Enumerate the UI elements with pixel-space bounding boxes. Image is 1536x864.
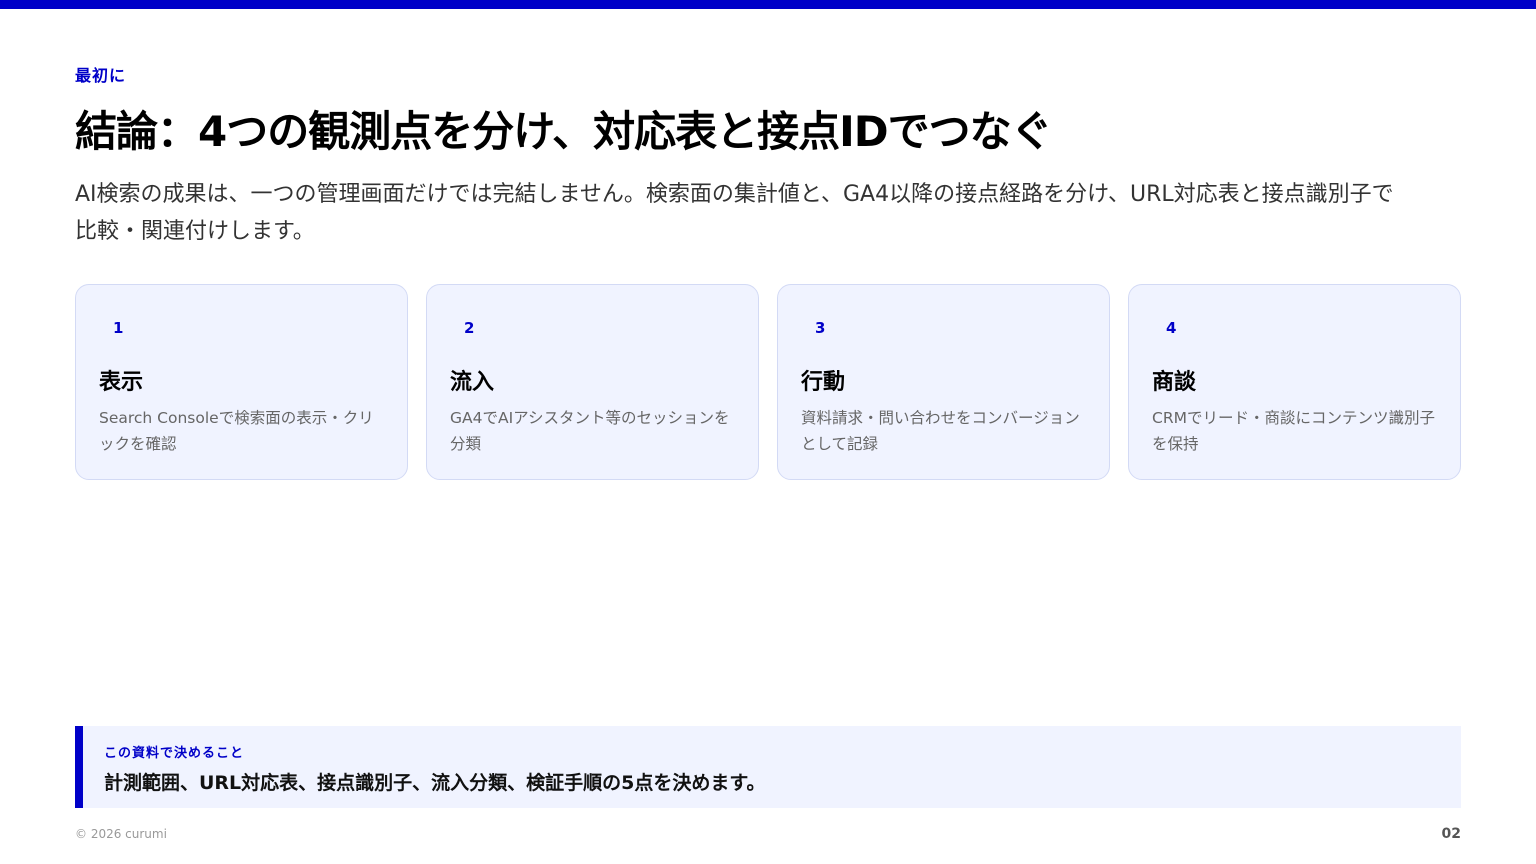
card-title: 商談: [1152, 370, 1197, 395]
card-number: 3: [815, 319, 826, 337]
callout-text: 計測範囲、URL対応表、接点識別子、流入分類、検証手順の5点を決めます。: [104, 772, 766, 794]
card-title: 表示: [99, 370, 144, 395]
card-title: 流入: [450, 370, 495, 395]
card-description: GA4でAIアシスタント等のセッションを分類: [450, 409, 730, 453]
card-actions: 3 行動 資料請求・問い合わせをコンバージョンとして記録: [777, 284, 1110, 480]
card-deals: 4 商談 CRMでリード・商談にコンテンツ識別子を保持: [1128, 284, 1461, 480]
card-number: 4: [1166, 319, 1177, 337]
lead-paragraph: AI検索の成果は、一つの管理画面だけでは完結しません。検索面の集計値と、GA4以…: [75, 182, 1394, 244]
card-impressions: 1 表示 Search Consoleで検索面の表示・クリックを確認: [75, 284, 408, 480]
section-eyebrow: 最初に: [75, 66, 127, 85]
card-description: Search Consoleで検索面の表示・クリックを確認: [99, 409, 374, 453]
decision-callout: この資料で決めること 計測範囲、URL対応表、接点識別子、流入分類、検証手順の5…: [75, 726, 1461, 808]
card-number: 2: [464, 319, 475, 337]
card-title: 行動: [801, 370, 846, 395]
slide-title: 結論：4つの観測点を分け、対応表と接点IDでつなぐ: [75, 107, 1053, 156]
card-number: 1: [113, 319, 124, 337]
card-traffic: 2 流入 GA4でAIアシスタント等のセッションを分類: [426, 284, 759, 480]
top-accent-bar: [0, 0, 1536, 9]
callout-label: この資料で決めること: [104, 746, 245, 761]
footer-copyright: © 2026 curumi: [75, 827, 167, 841]
page-number: 02: [1441, 826, 1461, 842]
card-description: CRMでリード・商談にコンテンツ識別子を保持: [1152, 409, 1435, 453]
observation-points: 1 表示 Search Consoleで検索面の表示・クリックを確認 2 流入 …: [75, 284, 1461, 480]
card-description: 資料請求・問い合わせをコンバージョンとして記録: [801, 409, 1080, 453]
